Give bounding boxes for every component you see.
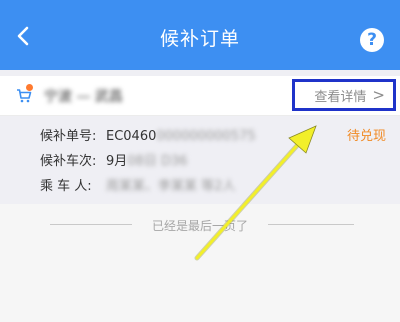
view-details-label: 查看详情: [314, 89, 367, 105]
train-obscured: 08日 D36: [127, 154, 188, 169]
list-end-area: 已经是最后一页了: [0, 204, 400, 322]
passenger-row: 乘 车 人: 周某某、李某某 等2人: [40, 175, 235, 194]
passenger-label: 乘 车 人:: [40, 179, 92, 194]
order-number-obscured: 000000000575: [156, 129, 256, 144]
order-number-label: 候补单号:: [40, 129, 97, 144]
end-divider-right: [268, 224, 354, 225]
page-title: 候补订单: [159, 28, 240, 50]
train-label: 候补车次:: [40, 154, 97, 169]
order-card-header: 宁波 — 武昌 查看详情 >: [0, 76, 400, 116]
end-of-list-text: 已经是最后一页了: [151, 219, 248, 233]
order-card-body: 候补单号: EC0460000000000575 待兑现 候补车次: 9月08日 D…: [0, 117, 400, 204]
train-value: 9月: [106, 154, 128, 169]
view-details-link[interactable]: 查看详情 >: [292, 79, 396, 111]
train-row: 候补车次: 9月08日 D36: [40, 150, 188, 169]
status-badge: 待兑现: [346, 129, 386, 144]
order-number-row: 候补单号: EC0460000000000575: [40, 125, 256, 144]
navbar: 候补订单 ?: [0, 0, 400, 70]
passenger-obscured: 周某某、李某某 等2人: [106, 179, 236, 194]
chevron-right-icon: >: [372, 86, 385, 104]
route-text: 宁波 — 武昌: [44, 89, 123, 105]
notification-dot: [26, 84, 33, 91]
help-icon[interactable]: ?: [360, 28, 384, 52]
order-number-value: EC0460: [106, 129, 157, 144]
